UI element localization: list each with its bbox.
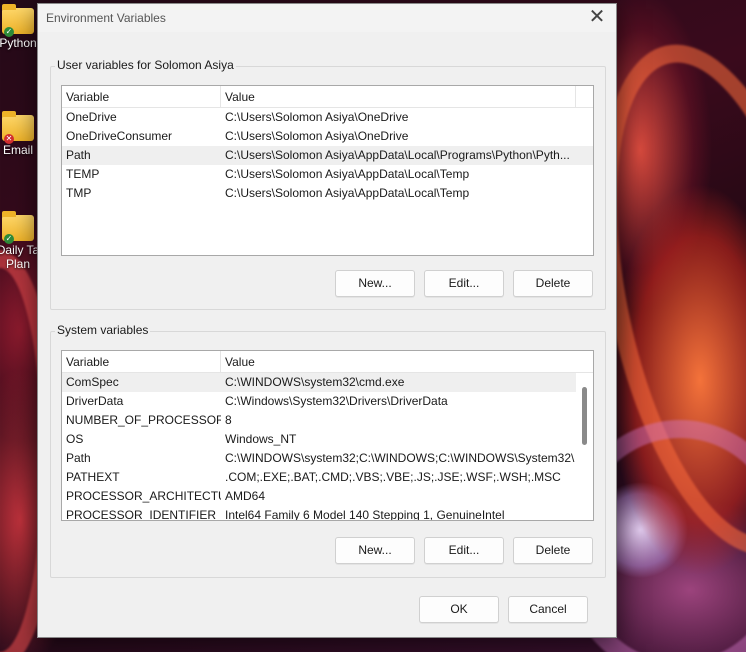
system-variables-label: System variables [55, 323, 151, 337]
ok-button[interactable]: OK [419, 596, 499, 623]
variable-name-cell: OneDrive [66, 110, 117, 124]
variable-value-cell: C:\Users\Solomon Asiya\OneDrive [225, 110, 409, 124]
folder-icon: ✓ [2, 4, 34, 37]
user-variables-label: User variables for Solomon Asiya [55, 58, 236, 72]
column-header-value[interactable]: Value [221, 351, 576, 373]
variable-value-cell: C:\WINDOWS\system32;C:\WINDOWS;C:\WINDOW… [225, 451, 575, 465]
variable-name-cell: Path [66, 148, 91, 162]
scrollbar-thumb[interactable] [582, 387, 587, 445]
user-rows-container: OneDrive C:\Users\Solomon Asiya\OneDrive O… [62, 108, 593, 203]
desktop-icon-label: Python [0, 36, 37, 50]
list-item[interactable]: Path C:\Users\Solomon Asiya\AppData\Local… [62, 146, 593, 165]
variable-value-cell: C:\Users\Solomon Asiya\AppData\Local\Pro… [225, 148, 570, 162]
variable-name-cell: OneDriveConsumer [66, 129, 173, 143]
variable-name-cell: PATHEXT [66, 470, 120, 484]
variable-name-cell: PROCESSOR_ARCHITECTURE [66, 489, 221, 503]
variable-name-cell: OS [66, 432, 84, 446]
variable-value-cell: 8 [225, 413, 232, 427]
user-new-button[interactable]: New... [335, 270, 415, 297]
variable-value-cell: C:\Users\Solomon Asiya\AppData\Local\Tem… [225, 167, 470, 181]
list-item[interactable]: OneDriveConsumer C:\Users\Solomon Asiya\O… [62, 127, 593, 146]
user-variables-group: User variables for Solomon Asiya Variabl… [50, 58, 606, 310]
list-item[interactable]: PROCESSOR_IDENTIFIER Intel64 Family 6 Mod… [62, 506, 593, 521]
user-edit-button[interactable]: Edit... [424, 270, 504, 297]
vertical-scrollbar[interactable] [576, 373, 593, 520]
desktop-icon-daily-plan[interactable]: ✓ Daily Ta Plan [0, 211, 40, 271]
desktop-icon-python[interactable]: ✓ Python [0, 4, 40, 50]
list-item[interactable]: Path C:\WINDOWS\system32;C:\WINDOWS;C:\WI… [62, 449, 593, 468]
folder-icon: ✕ [2, 111, 34, 144]
variable-value-cell: Windows_NT [225, 432, 297, 446]
sync-ok-icon: ✓ [4, 27, 14, 37]
excel-file-icon: ✓ [2, 211, 34, 244]
close-button[interactable]: ✕ [582, 6, 612, 30]
system-edit-button[interactable]: Edit... [424, 537, 504, 564]
desktop-icon-email[interactable]: ✕ Email [0, 111, 40, 157]
list-item[interactable]: OS Windows_NT [62, 430, 593, 449]
system-delete-button[interactable]: Delete [513, 537, 593, 564]
variable-value-cell: .COM;.EXE;.BAT;.CMD;.VBS;.VBE;.JS;.JSE;.… [225, 470, 561, 484]
list-item[interactable]: TEMP C:\Users\Solomon Asiya\AppData\Local… [62, 165, 593, 184]
variable-value-cell: C:\Users\Solomon Asiya\AppData\Local\Tem… [225, 186, 470, 200]
list-item[interactable]: OneDrive C:\Users\Solomon Asiya\OneDrive [62, 108, 593, 127]
variable-value-cell: Intel64 Family 6 Model 140 Stepping 1, G… [225, 508, 505, 521]
column-header-value[interactable]: Value [221, 86, 576, 108]
variable-name-cell: NUMBER_OF_PROCESSORS [66, 413, 221, 427]
column-header-variable[interactable]: Variable [62, 86, 221, 108]
variable-name-cell: DriverData [66, 394, 124, 408]
variable-name-cell: ComSpec [66, 375, 119, 389]
sync-error-icon: ✕ [4, 134, 14, 144]
variable-name-cell: TEMP [66, 167, 100, 181]
system-variables-group: System variables Variable Value ComSpec C… [50, 323, 606, 578]
variable-value-cell: AMD64 [225, 489, 266, 503]
variable-value-cell: C:\Users\Solomon Asiya\OneDrive [225, 129, 409, 143]
list-header: Variable Value [62, 351, 593, 373]
column-header-variable[interactable]: Variable [62, 351, 221, 373]
environment-variables-dialog: Environment Variables ✕ User variables f… [37, 3, 617, 638]
variable-value-cell: C:\Windows\System32\Drivers\DriverData [225, 394, 448, 408]
cancel-button[interactable]: Cancel [508, 596, 588, 623]
list-item[interactable]: ComSpec C:\WINDOWS\system32\cmd.exe [62, 373, 593, 392]
list-header: Variable Value [62, 86, 593, 108]
system-rows-container: ComSpec C:\WINDOWS\system32\cmd.exe Driver… [62, 373, 593, 521]
user-delete-button[interactable]: Delete [513, 270, 593, 297]
desktop-icon-label: Email [2, 143, 33, 157]
list-item[interactable]: NUMBER_OF_PROCESSORS 8 [62, 411, 593, 430]
desktop-icon-label: Daily Ta Plan [0, 243, 40, 271]
variable-name-cell: Path [66, 451, 91, 465]
list-item[interactable]: TMP C:\Users\Solomon Asiya\AppData\Local\… [62, 184, 593, 203]
dialog-title: Environment Variables [46, 11, 166, 25]
title-bar[interactable]: Environment Variables ✕ [38, 4, 616, 32]
user-variables-list[interactable]: Variable Value OneDrive C:\Users\Solomon … [61, 85, 594, 256]
system-new-button[interactable]: New... [335, 537, 415, 564]
list-item[interactable]: DriverData C:\Windows\System32\Drivers\Dr… [62, 392, 593, 411]
variable-name-cell: PROCESSOR_IDENTIFIER [66, 508, 217, 521]
list-item[interactable]: PROCESSOR_ARCHITECTURE AMD64 [62, 487, 593, 506]
system-variables-list[interactable]: Variable Value ComSpec C:\WINDOWS\system3… [61, 350, 594, 521]
list-item[interactable]: PATHEXT .COM;.EXE;.BAT;.CMD;.VBS;.VBE;.JS… [62, 468, 593, 487]
sync-ok-icon: ✓ [4, 234, 14, 244]
variable-name-cell: TMP [66, 186, 92, 200]
variable-value-cell: C:\WINDOWS\system32\cmd.exe [225, 375, 405, 389]
